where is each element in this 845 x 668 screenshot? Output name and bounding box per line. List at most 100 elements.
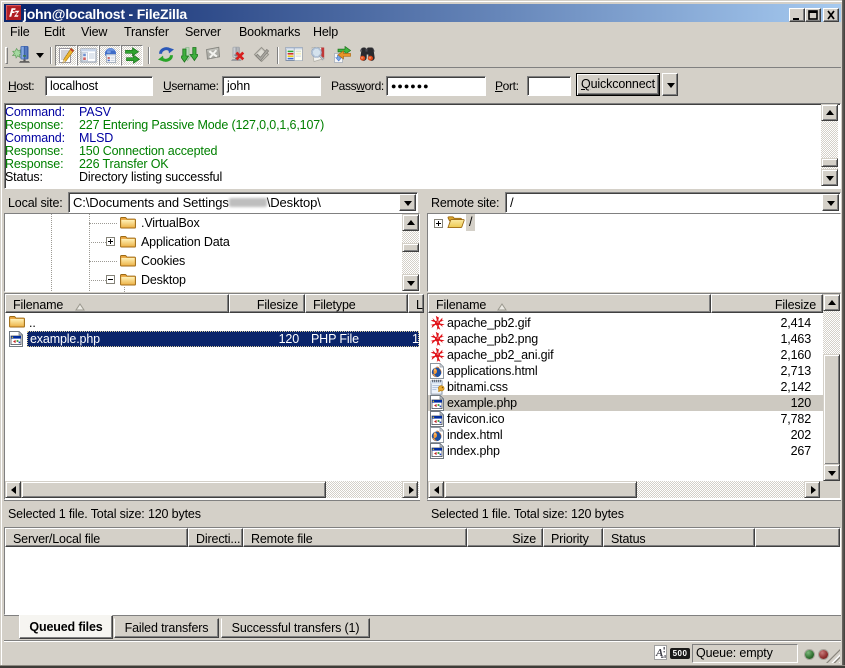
local-list-hscroll-thumb[interactable] (21, 481, 326, 498)
resize-grip[interactable] (826, 649, 840, 663)
host-input[interactable]: localhost (45, 76, 153, 96)
process-queue-icon[interactable] (181, 46, 199, 64)
toggle-local-tree-button[interactable] (77, 45, 99, 66)
file-row[interactable]: apache_pb2_ani.gif2,160 (428, 347, 823, 363)
folder-icon (120, 235, 136, 251)
synchronized-browsing-icon[interactable] (333, 46, 351, 64)
minimize-button[interactable] (789, 8, 805, 22)
queue-column-header[interactable]: Priority (543, 528, 603, 547)
site-manager-icon[interactable] (12, 45, 30, 63)
column-header[interactable]: Last modified (408, 294, 424, 313)
remote-list-scroll-up[interactable] (823, 294, 840, 311)
toggle-message-log-button[interactable] (55, 45, 77, 66)
log-scroll-down-button[interactable] (821, 169, 838, 186)
filesize-cell: 2,713 (711, 363, 811, 379)
directory-comparison-icon[interactable] (309, 46, 327, 64)
file-row[interactable]: favicon.ico7,782 (428, 411, 823, 427)
column-header[interactable]: Filename (5, 294, 229, 313)
remote-site-dropdown-button[interactable] (822, 194, 839, 211)
tree-item[interactable]: .VirtualBox (141, 215, 200, 231)
local-list-scroll-left[interactable] (5, 481, 21, 498)
filesize-cell: 202 (711, 427, 811, 443)
refresh-icon[interactable] (157, 46, 175, 64)
queue-column-header[interactable]: Directi... (188, 528, 243, 547)
password-input[interactable]: ●●●●●● (386, 76, 486, 96)
column-header[interactable]: Filesize (229, 294, 305, 313)
toggle-transfer-queue-button[interactable] (121, 45, 143, 66)
local-status-text: Selected 1 file. Total size: 120 bytes (4, 500, 420, 527)
log-scroll-thumb[interactable] (821, 158, 838, 167)
tree-item-selected[interactable]: / (466, 214, 475, 231)
local-site-dropdown-button[interactable] (399, 194, 416, 211)
tree-toggle-plus[interactable] (434, 219, 443, 228)
tab-queued-files[interactable]: Queued files (19, 615, 113, 639)
menu-bookmarks[interactable]: Bookmarks (239, 25, 300, 40)
remote-list-hscroll-thumb[interactable] (444, 481, 637, 498)
menu-transfer[interactable]: Transfer (124, 25, 169, 40)
frame-top-highlight (1, 1, 844, 2)
file-row-selected[interactable]: example.php120 (428, 395, 823, 411)
directory-filters-icon[interactable] (285, 46, 303, 64)
tree-item[interactable]: Desktop (141, 272, 186, 288)
toggle-remote-tree-button[interactable] (99, 45, 121, 66)
file-row[interactable]: bitnami.css2,142 (428, 379, 823, 395)
local-list-scroll-right[interactable] (402, 481, 418, 498)
tree-item[interactable]: Cookies (141, 253, 185, 269)
speed-limits-icon[interactable]: 500 (670, 648, 690, 659)
tab-failed-transfers[interactable]: Failed transfers (114, 618, 219, 638)
file-row[interactable]: index.html202 (428, 427, 823, 443)
remote-list-vscroll-thumb[interactable] (823, 354, 840, 465)
queue-column-header[interactable]: Status (603, 528, 755, 547)
queue-column-header[interactable] (755, 528, 840, 547)
local-tree-scroll-up[interactable] (402, 214, 419, 231)
quickconnect-bar: Host: localhost Username: john Password:… (4, 69, 841, 102)
username-input[interactable]: john (222, 76, 321, 96)
file-row[interactable]: .. (5, 315, 419, 331)
reconnect-icon[interactable] (253, 46, 271, 64)
queue-column-header[interactable]: Remote file (243, 528, 467, 547)
local-site-combobox[interactable]: C:\Documents and Settings\Desktop\ (68, 192, 418, 213)
transfer-type-icon[interactable]: A (654, 645, 667, 663)
disconnect-icon[interactable] (229, 46, 247, 64)
file-row[interactable]: apache_pb2.png1,463 (428, 331, 823, 347)
log-scroll-up-button[interactable] (821, 104, 838, 121)
title-bar[interactable]: john@localhost - FileZilla (4, 4, 841, 22)
tab-successful-transfers[interactable]: Successful transfers (1) (221, 618, 370, 638)
led-green-icon (805, 650, 814, 659)
column-header[interactable]: Filetype (305, 294, 408, 313)
remote-list-scroll-left[interactable] (428, 481, 444, 498)
filezilla-logo-icon[interactable] (6, 5, 21, 23)
remote-site-combobox[interactable]: / (505, 192, 841, 213)
find-files-icon[interactable] (357, 46, 375, 64)
column-header[interactable]: Filename (428, 294, 711, 313)
toolbar-grip[interactable] (5, 47, 8, 64)
queue-column-header[interactable]: Server/Local file (5, 528, 188, 547)
queue-column-header[interactable]: Size (467, 528, 543, 547)
menu-edit[interactable]: Edit (44, 25, 65, 40)
file-row[interactable]: apache_pb2.gif2,414 (428, 315, 823, 331)
column-header[interactable]: Filesize (711, 294, 823, 313)
remote-list-scroll-right[interactable] (804, 481, 820, 498)
menu-help[interactable]: Help (313, 25, 338, 40)
close-button[interactable] (823, 8, 839, 22)
menu-view[interactable]: View (81, 25, 107, 40)
file-row[interactable]: index.php267 (428, 443, 823, 459)
menu-file[interactable]: File (10, 25, 30, 40)
tree-item[interactable]: Application Data (141, 234, 230, 250)
filezilla-window: john@localhost - FileZilla File Edit Vie… (0, 0, 845, 668)
tree-toggle-minus[interactable] (106, 275, 115, 284)
remote-list-scroll-down[interactable] (823, 464, 840, 481)
maximize-button[interactable] (805, 8, 821, 22)
quickconnect-dropdown-button[interactable] (662, 73, 678, 96)
remote-file-list: Filename Filesize apache_pb2.gif2,414 ap… (427, 293, 841, 500)
quickconnect-button[interactable]: Quickconnect (576, 73, 660, 96)
site-manager-dropdown-icon[interactable] (36, 53, 44, 58)
cancel-operation-icon[interactable] (205, 46, 223, 64)
local-tree-scroll-down[interactable] (402, 274, 419, 291)
local-tree-scroll-thumb[interactable] (402, 243, 419, 252)
file-row[interactable]: applications.html2,713 (428, 363, 823, 379)
file-row-selected[interactable]: example.php120PHP File1 (5, 331, 419, 347)
tree-toggle-plus[interactable] (106, 237, 115, 246)
menu-server[interactable]: Server (185, 25, 221, 40)
port-input[interactable] (527, 76, 571, 96)
